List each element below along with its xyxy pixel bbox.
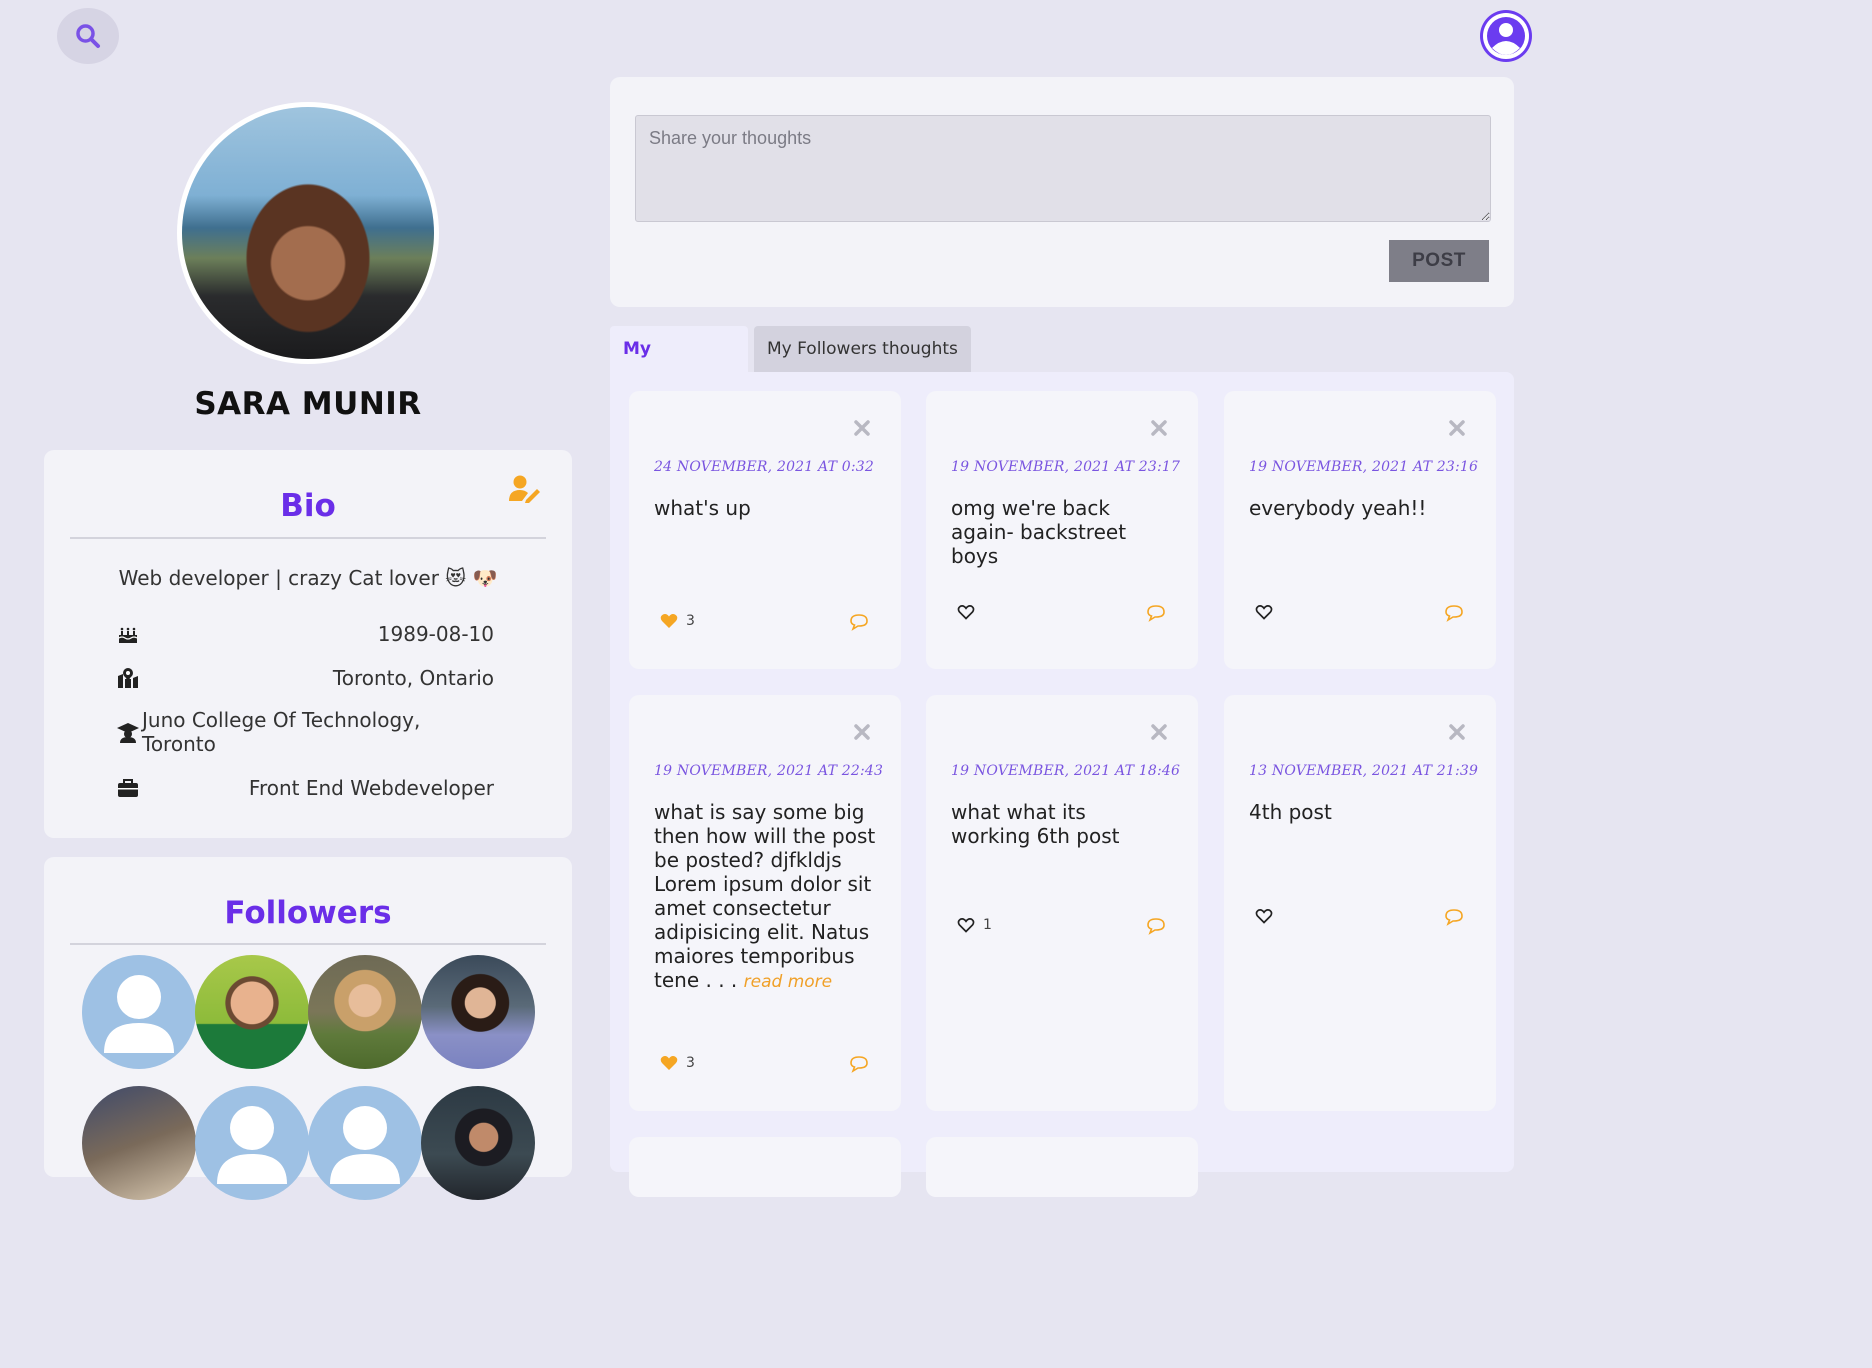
close-icon[interactable] bbox=[1448, 419, 1466, 437]
heart-filled-icon bbox=[660, 1056, 678, 1070]
bio-occupation-row: Front End Webdeveloper bbox=[116, 776, 494, 800]
like-button[interactable] bbox=[1255, 908, 1281, 924]
thought-date: 19 NOVEMBER, 2021 AT 23:16 bbox=[1249, 459, 1479, 475]
tab-followers-thoughts[interactable]: My Followers thoughts bbox=[754, 326, 971, 372]
bio-title: Bio bbox=[280, 488, 336, 524]
thought-text: omg we're back again- backstreet boys bbox=[951, 496, 1127, 568]
read-more-link[interactable]: read more bbox=[744, 972, 832, 992]
search-button[interactable] bbox=[57, 8, 119, 64]
like-count: 1 bbox=[983, 917, 992, 933]
followers-divider bbox=[70, 943, 546, 945]
thoughts-feed: 24 NOVEMBER, 2021 AT 0:32 what's up 3 19… bbox=[610, 372, 1514, 1197]
bio-divider bbox=[70, 537, 546, 539]
thought-card: 19 NOVEMBER, 2021 AT 22:43 what is say s… bbox=[629, 695, 901, 1111]
thought-card: 19 NOVEMBER, 2021 AT 18:46 what what its… bbox=[926, 695, 1198, 1111]
default-user-icon bbox=[217, 1106, 287, 1184]
bio-education: Juno College Of Technology, Toronto bbox=[142, 708, 421, 756]
thought-date: 19 NOVEMBER, 2021 AT 22:43 bbox=[654, 763, 884, 779]
bio-occupation: Front End Webdeveloper bbox=[248, 776, 494, 800]
bio-card: Bio Web developer | crazy Cat lover 😻 🐶 … bbox=[44, 450, 572, 838]
edit-profile-icon[interactable] bbox=[508, 474, 542, 504]
user-circle-icon bbox=[1483, 13, 1529, 59]
comment-icon[interactable] bbox=[1444, 604, 1464, 622]
heart-outline-icon bbox=[1255, 909, 1273, 924]
heart-outline-icon bbox=[957, 605, 975, 620]
heart-outline-icon bbox=[1255, 605, 1273, 620]
post-button[interactable]: POST bbox=[1389, 240, 1489, 282]
follower-avatar[interactable] bbox=[308, 955, 422, 1069]
user-menu-button[interactable] bbox=[1480, 10, 1532, 62]
briefcase-icon bbox=[118, 779, 138, 797]
thought-text: what is say some big then how will the p… bbox=[654, 800, 884, 994]
followers-title: Followers bbox=[224, 895, 392, 931]
bio-education-row: Juno College Of Technology, Toronto bbox=[116, 708, 494, 756]
bio-location-row: Toronto, Ontario bbox=[116, 666, 494, 690]
thought-date: 19 NOVEMBER, 2021 AT 18:46 bbox=[951, 763, 1181, 779]
comment-icon[interactable] bbox=[1146, 917, 1166, 935]
thought-text: everybody yeah!! bbox=[1249, 496, 1427, 520]
follower-avatar[interactable] bbox=[195, 955, 309, 1069]
compose-panel: POST bbox=[610, 77, 1514, 307]
close-icon[interactable] bbox=[1448, 723, 1466, 741]
bio-birthday: 1989-08-10 bbox=[377, 622, 494, 646]
default-user-icon bbox=[330, 1106, 400, 1184]
close-icon[interactable] bbox=[853, 419, 871, 437]
thought-date: 19 NOVEMBER, 2021 AT 23:17 bbox=[951, 459, 1181, 475]
follower-avatar[interactable] bbox=[421, 1086, 535, 1200]
follower-avatar[interactable] bbox=[308, 1086, 422, 1200]
thought-date: 13 NOVEMBER, 2021 AT 21:39 bbox=[1249, 763, 1479, 779]
bio-location: Toronto, Ontario bbox=[332, 666, 494, 690]
like-button[interactable]: 3 bbox=[660, 613, 695, 629]
like-button[interactable]: 3 bbox=[660, 1055, 695, 1071]
close-icon[interactable] bbox=[1150, 419, 1168, 437]
thought-text-content: what is say some big then how will the p… bbox=[654, 800, 876, 992]
close-icon[interactable] bbox=[1150, 723, 1168, 741]
profile-name: SARA MUNIR bbox=[194, 386, 422, 422]
bio-birthday-row: 1989-08-10 bbox=[116, 622, 494, 646]
like-count: 3 bbox=[686, 1055, 695, 1071]
thought-card: 24 NOVEMBER, 2021 AT 0:32 what's up 3 bbox=[629, 391, 901, 669]
followers-card: Followers bbox=[44, 857, 572, 1200]
thought-card bbox=[926, 1137, 1198, 1197]
birthday-cake-icon bbox=[118, 627, 138, 643]
thought-text: what's up bbox=[654, 496, 751, 520]
thought-card: 19 NOVEMBER, 2021 AT 23:17 omg we're bac… bbox=[926, 391, 1198, 669]
follower-avatar[interactable] bbox=[195, 1086, 309, 1200]
thought-date: 24 NOVEMBER, 2021 AT 0:32 bbox=[654, 459, 875, 475]
thought-card: 13 NOVEMBER, 2021 AT 21:39 4th post bbox=[1224, 695, 1496, 1111]
thought-card bbox=[629, 1137, 901, 1197]
like-button[interactable] bbox=[1255, 604, 1281, 620]
like-button[interactable]: 1 bbox=[957, 917, 992, 933]
graduation-icon bbox=[117, 723, 139, 743]
heart-filled-icon bbox=[660, 614, 678, 628]
thought-card: 19 NOVEMBER, 2021 AT 23:16 everybody yea… bbox=[1224, 391, 1496, 669]
follower-avatar[interactable] bbox=[82, 955, 196, 1069]
thought-text: 4th post bbox=[1249, 800, 1332, 824]
follower-avatar[interactable] bbox=[82, 1086, 196, 1200]
follower-avatar[interactable] bbox=[421, 955, 535, 1069]
default-user-icon bbox=[104, 975, 174, 1053]
comment-icon[interactable] bbox=[849, 1055, 869, 1073]
profile-avatar bbox=[177, 102, 439, 364]
close-icon[interactable] bbox=[853, 723, 871, 741]
comment-icon[interactable] bbox=[849, 613, 869, 631]
search-icon bbox=[76, 24, 100, 48]
tab-my-thoughts[interactable]: My Thoughts bbox=[610, 326, 748, 405]
like-button[interactable] bbox=[957, 604, 983, 620]
profile-photo bbox=[182, 107, 434, 359]
map-marker-icon bbox=[118, 668, 138, 688]
bio-text: Web developer | crazy Cat lover 😻 🐶 bbox=[118, 566, 498, 590]
thought-input[interactable] bbox=[635, 115, 1491, 222]
like-count: 3 bbox=[686, 613, 695, 629]
comment-icon[interactable] bbox=[1146, 604, 1166, 622]
comment-icon[interactable] bbox=[1444, 908, 1464, 926]
heart-outline-icon bbox=[957, 918, 975, 933]
thought-text: what what its working 6th post bbox=[951, 800, 1120, 848]
